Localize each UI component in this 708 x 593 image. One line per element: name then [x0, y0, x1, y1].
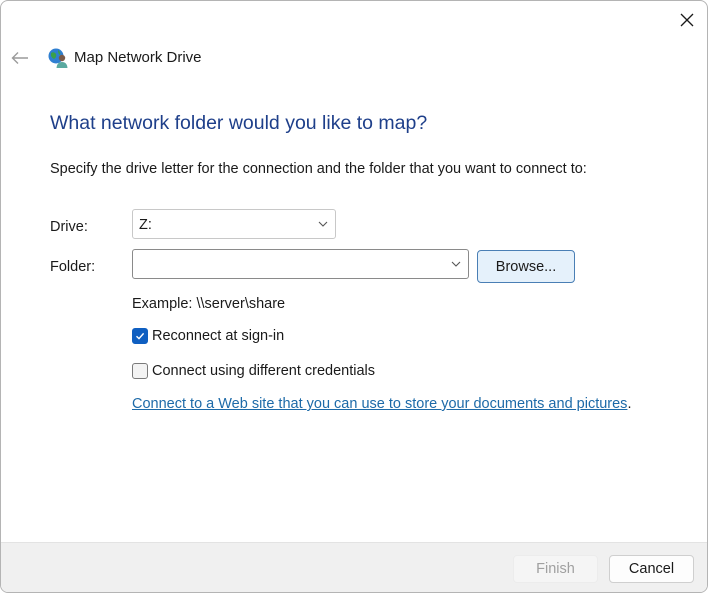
link-suffix: . [627, 396, 632, 412]
drive-selected-value: Z: [139, 217, 152, 233]
browse-button[interactable]: Browse... [477, 250, 575, 283]
reconnect-checkbox[interactable] [132, 328, 148, 344]
instruction-text: Specify the drive letter for the connect… [50, 161, 587, 177]
credentials-label: Connect using different credentials [152, 363, 376, 379]
web-site-link-row: Connect to a Web site that you can use t… [132, 396, 631, 412]
credentials-checkbox-row[interactable]: Connect using different credentials [132, 363, 375, 379]
example-text: Example: \\server\share [132, 296, 286, 312]
web-site-link[interactable]: Connect to a Web site that you can use t… [132, 396, 627, 412]
chevron-down-icon [318, 221, 328, 227]
reconnect-checkbox-row[interactable]: Reconnect at sign-in [132, 328, 284, 344]
window-title: Map Network Drive [74, 49, 202, 66]
close-button[interactable] [669, 3, 705, 37]
folder-combobox[interactable] [132, 249, 469, 279]
map-network-drive-dialog: Map Network Drive What network folder wo… [0, 0, 708, 593]
reconnect-label: Reconnect at sign-in [152, 328, 285, 344]
drive-select[interactable]: Z: [132, 209, 336, 239]
cancel-button[interactable]: Cancel [609, 555, 694, 583]
back-button[interactable] [7, 45, 33, 71]
drive-label: Drive: [50, 219, 88, 235]
network-drive-icon [48, 48, 68, 68]
checkmark-icon [136, 332, 145, 340]
back-arrow-icon [11, 52, 28, 64]
finish-button[interactable]: Finish [513, 555, 598, 583]
folder-label: Folder: [50, 259, 96, 275]
credentials-checkbox[interactable] [132, 363, 148, 379]
chevron-down-icon[interactable] [450, 258, 462, 270]
dialog-footer: Finish Cancel [1, 542, 707, 592]
page-heading: What network folder would you like to ma… [50, 112, 428, 134]
close-icon [680, 13, 694, 27]
